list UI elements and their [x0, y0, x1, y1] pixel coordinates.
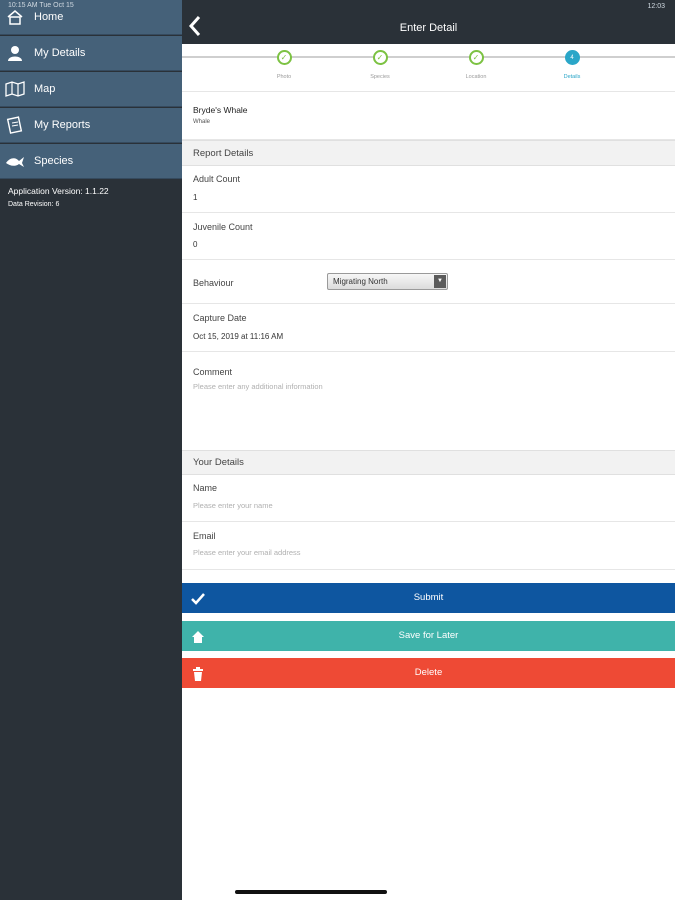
sidebar-item-label: Species — [34, 155, 74, 167]
species-type: Whale — [193, 119, 211, 125]
field-label: Email — [193, 531, 216, 541]
status-time: 10:15 AM Tue Oct 15 — [8, 2, 74, 9]
home-indicator — [235, 890, 387, 894]
sidebar-item-label: My Reports — [34, 119, 91, 131]
species-name: Bryde's Whale — [193, 105, 248, 115]
section-title: Your Details — [193, 457, 244, 468]
map-icon — [5, 79, 25, 99]
check-icon: ✓ — [276, 50, 292, 65]
sidebar-item-species[interactable]: Species — [0, 144, 182, 179]
field-value: Oct 15, 2019 at 11:16 AM — [193, 332, 284, 341]
field-label: Behaviour — [193, 278, 234, 288]
species-row: Bryde's Whale Whale — [182, 93, 675, 140]
field-placeholder: Please enter any additional information — [193, 382, 323, 391]
sidebar-item-label: Home — [34, 11, 64, 23]
step-location: ✓ Location — [441, 50, 511, 80]
page-title: Enter Detail — [399, 22, 458, 34]
step-label: Photo — [276, 74, 292, 80]
step-label: Location — [465, 74, 487, 80]
sidebar-item-home[interactable]: Home 10:15 AM Tue Oct 15 — [0, 0, 182, 35]
section-title: Report Details — [193, 148, 254, 159]
step-label: Species — [370, 74, 390, 80]
field-placeholder: Please enter your email address — [193, 548, 301, 557]
field-label: Comment — [193, 367, 233, 377]
app-version: Application Version: 1.1.22 — [8, 186, 109, 196]
delete-button[interactable]: Delete — [182, 658, 675, 688]
select-value: Migrating North — [333, 277, 388, 286]
step-number: 4 — [564, 50, 580, 65]
sidebar-item-label: My Details — [34, 47, 86, 59]
reports-icon — [5, 115, 25, 135]
email-field[interactable]: Email Please enter your email address — [182, 522, 675, 570]
adult-count-field[interactable]: Adult Count 1 — [182, 166, 675, 213]
top-bar: 12:03 Enter Detail — [182, 0, 675, 44]
status-right: 12:03 — [647, 3, 665, 10]
step-species: ✓ Species — [345, 50, 415, 80]
data-revision: Data Revision: 6 — [8, 201, 60, 208]
home-icon — [190, 628, 206, 644]
main-panel: 12:03 Enter Detail ✓ Photo ✓ Species ✓ L… — [182, 0, 675, 900]
sidebar-item-label: Map — [34, 83, 56, 95]
field-value: 1 — [193, 193, 198, 202]
behaviour-select[interactable]: Migrating North ▼ — [327, 273, 448, 290]
save-for-later-button[interactable]: Save for Later — [182, 621, 675, 651]
step-photo: ✓ Photo — [249, 50, 319, 80]
section-header-your-details: Your Details — [182, 450, 675, 475]
field-label: Name — [193, 483, 218, 493]
home-icon — [5, 7, 25, 27]
progress-stepper: ✓ Photo ✓ Species ✓ Location 4 Details — [182, 44, 675, 92]
check-icon: ✓ — [468, 50, 484, 65]
check-icon — [190, 590, 206, 606]
button-label: Save for Later — [398, 630, 459, 641]
sidebar-item-my-details[interactable]: My Details — [0, 36, 182, 71]
field-label: Juvenile Count — [193, 222, 253, 232]
button-label: Submit — [413, 592, 444, 603]
sidebar-item-my-reports[interactable]: My Reports — [0, 108, 182, 143]
step-label: Details — [563, 74, 581, 80]
check-icon: ✓ — [372, 50, 388, 65]
comment-field[interactable]: Comment Please enter any additional info… — [182, 352, 675, 450]
field-placeholder: Please enter your name — [193, 501, 273, 510]
sidebar-item-map[interactable]: Map — [0, 72, 182, 107]
name-field[interactable]: Name Please enter your name — [182, 475, 675, 522]
person-icon — [5, 43, 25, 63]
step-details: 4 Details — [537, 50, 607, 80]
field-label: Capture Date — [193, 313, 247, 323]
field-label: Adult Count — [193, 174, 241, 184]
section-header-report-details: Report Details — [182, 140, 675, 166]
capture-date-field[interactable]: Capture Date Oct 15, 2019 at 11:16 AM — [182, 304, 675, 352]
submit-button[interactable]: Submit — [182, 583, 675, 613]
button-label: Delete — [414, 667, 443, 678]
field-value: 0 — [193, 240, 198, 249]
trash-icon — [190, 665, 206, 681]
species-icon — [5, 151, 25, 171]
juvenile-count-field[interactable]: Juvenile Count 0 — [182, 213, 675, 260]
sidebar: Home 10:15 AM Tue Oct 15 My Details Map … — [0, 0, 182, 900]
behaviour-row: Behaviour Migrating North ▼ — [182, 260, 675, 304]
chevron-down-icon: ▼ — [434, 275, 446, 288]
